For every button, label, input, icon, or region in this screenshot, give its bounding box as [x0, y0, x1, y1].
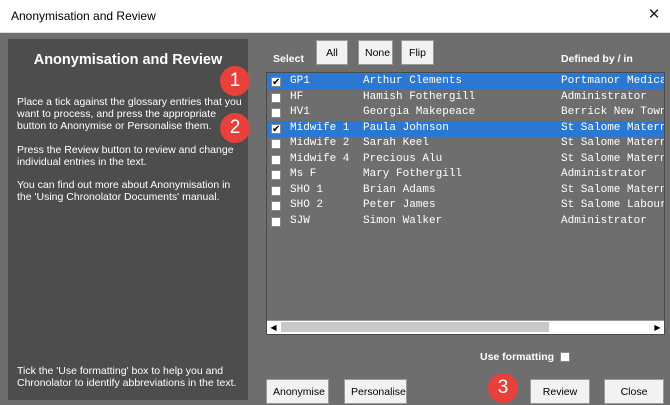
help-paragraph-select: Place a tick against the glossary entrie… [17, 96, 242, 132]
entries-panel: Select All None Flip Defined by / in ✔ GP… [253, 33, 670, 405]
row-name: Peter James [363, 199, 436, 211]
row-defined-by: Administrator [561, 168, 647, 180]
use-formatting-label: Use formatting [480, 351, 555, 363]
row-abbreviation: GP1 [290, 75, 310, 87]
row-checkbox[interactable] [271, 201, 281, 211]
row-name: Paula Johnson [363, 121, 449, 134]
row-abbreviation: Ms F [290, 168, 317, 180]
help-paragraph-review: Press the Review button to review and ch… [17, 144, 234, 168]
glossary-row[interactable]: ✔ GP1 Arthur Clements Portmanor Medical [267, 74, 664, 90]
row-checkbox[interactable] [271, 170, 281, 180]
row-defined-by: St Salome Maternity [561, 137, 664, 149]
flip-selection-button[interactable]: Flip [401, 40, 434, 65]
step-badge-2: 2 [220, 113, 250, 143]
select-all-button[interactable]: All [316, 40, 348, 65]
row-name: Mary Fothergill [363, 168, 463, 180]
row-checkbox[interactable] [271, 216, 281, 227]
glossary-row[interactable]: Ms F Mary Fothergill Administrator [267, 167, 664, 183]
row-defined-by: St Salome Maternity [561, 183, 664, 196]
glossary-row[interactable]: SHO 1 Brian Adams St Salome Maternity [267, 183, 664, 199]
row-defined-by: St Salome Maternity [561, 152, 664, 165]
help-paragraph-formatting: Tick the 'Use formatting' box to help yo… [17, 365, 237, 389]
scroll-thumb[interactable] [281, 322, 549, 332]
scroll-left-icon[interactable]: ◀ [267, 321, 280, 334]
row-abbreviation: HV1 [290, 106, 310, 118]
glossary-row[interactable]: ✔ Midwife 1 Paula Johnson St Salome Materni… [267, 120, 664, 137]
row-abbreviation: SJW [290, 214, 310, 227]
row-name: Precious Alu [363, 152, 443, 165]
defined-by-header: Defined by / in [561, 53, 633, 65]
title-bar: Anonymisation and Review ✕ [0, 0, 670, 33]
step-badge-3: 3 [488, 373, 518, 403]
row-abbreviation: Midwife 4 [290, 152, 350, 165]
use-formatting-checkbox[interactable] [560, 352, 570, 362]
row-checkbox[interactable] [271, 185, 281, 196]
dialog-body: Anonymisation and Review Place a tick ag… [0, 33, 670, 405]
row-checkbox[interactable]: ✔ [271, 123, 281, 134]
window-title: Anonymisation and Review [11, 9, 156, 23]
row-defined-by: Portmanor Medical [561, 75, 664, 87]
personalise-button[interactable]: Personalise [344, 379, 407, 404]
scroll-right-icon[interactable]: ▶ [651, 321, 664, 334]
row-checkbox[interactable] [271, 92, 281, 103]
row-checkbox[interactable] [271, 139, 281, 149]
glossary-row[interactable]: Midwife 2 Sarah Keel St Salome Maternity [267, 136, 664, 152]
row-abbreviation: Midwife 1 [290, 121, 350, 134]
anonymise-button[interactable]: Anonymise [266, 379, 329, 404]
glossary-row[interactable]: HV1 Georgia Makepeace Berrick New Town [267, 105, 664, 121]
row-abbreviation: SHO 1 [290, 183, 324, 196]
horizontal-scrollbar[interactable]: ◀ ▶ [267, 320, 664, 334]
step-badge-1: 1 [220, 66, 250, 96]
row-defined-by: Berrick New Town [561, 106, 664, 118]
row-abbreviation: SHO 2 [290, 199, 324, 211]
select-label: Select [273, 53, 304, 65]
row-name: Hamish Fothergill [363, 90, 476, 103]
row-checkbox[interactable] [271, 154, 281, 165]
row-abbreviation: Midwife 2 [290, 137, 350, 149]
row-defined-by: St Salome Labour [561, 199, 664, 211]
row-name: Brian Adams [363, 183, 436, 196]
glossary-row[interactable]: Midwife 4 Precious Alu St Salome Maternity [267, 152, 664, 168]
row-abbreviation: HF [290, 90, 304, 103]
close-button[interactable]: Close [604, 379, 664, 404]
row-defined-by: Administrator [561, 214, 647, 227]
row-name: Simon Walker [363, 214, 443, 227]
row-name: Arthur Clements [363, 75, 463, 87]
glossary-list[interactable]: ✔ GP1 Arthur Clements Portmanor Medical HF Ha… [266, 72, 665, 335]
row-defined-by: Administrator [561, 90, 647, 103]
help-paragraph-manual: You can find out more about Anonymisatio… [17, 179, 231, 203]
glossary-row[interactable]: SJW Simon Walker Administrator [267, 214, 664, 230]
help-panel: Anonymisation and Review Place a tick ag… [8, 39, 248, 400]
select-none-button[interactable]: None [358, 40, 393, 65]
row-defined-by: St Salome Maternity [561, 121, 664, 134]
review-button[interactable]: Review [530, 379, 590, 404]
close-window-icon[interactable]: ✕ [644, 5, 664, 25]
glossary-row[interactable]: SHO 2 Peter James St Salome Labour [267, 198, 664, 214]
glossary-row[interactable]: HF Hamish Fothergill Administrator [267, 90, 664, 106]
row-name: Georgia Makepeace [363, 106, 476, 118]
row-name: Sarah Keel [363, 137, 430, 149]
row-checkbox[interactable]: ✔ [271, 77, 281, 88]
row-checkbox[interactable] [271, 108, 281, 118]
help-heading: Anonymisation and Review [33, 52, 223, 68]
